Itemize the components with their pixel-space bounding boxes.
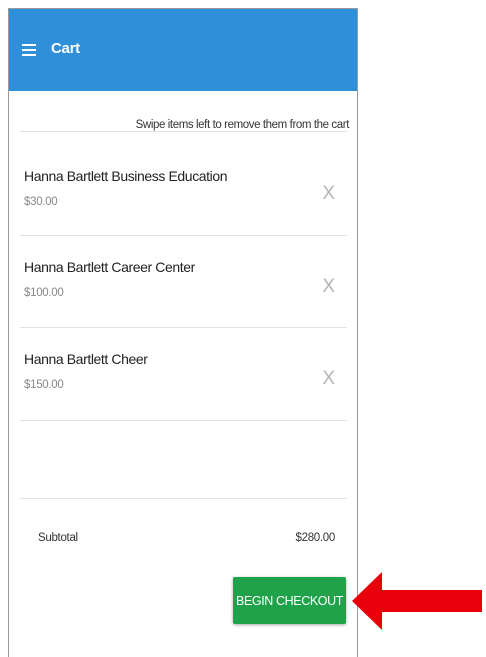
cart-item[interactable]: Hanna Bartlett Career Center $100.00 X [9,247,357,339]
divider [20,420,347,421]
divider [20,235,347,236]
cart-item[interactable]: Hanna Bartlett Business Education $30.00… [9,154,357,246]
subtotal-label: Subtotal [38,532,78,544]
app-header: Cart [9,9,357,91]
subtotal-value: $280.00 [295,532,336,544]
divider [20,131,347,132]
remove-icon[interactable]: X [322,369,335,388]
item-name: Hanna Bartlett Career Center [24,259,195,275]
hamburger-menu-icon[interactable] [22,44,36,56]
item-name: Hanna Bartlett Business Education [24,168,228,184]
red-arrow-icon [352,572,482,630]
remove-icon[interactable]: X [322,184,335,203]
divider [20,498,347,499]
item-price: $100.00 [24,287,64,299]
item-price: $150.00 [24,379,64,391]
remove-icon[interactable]: X [322,277,335,296]
divider [20,327,347,328]
item-price: $30.00 [24,196,58,208]
begin-checkout-button[interactable]: BEGIN CHECKOUT [233,577,346,624]
swipe-hint: Swipe items left to remove them from the… [135,119,350,131]
cart-screen: Cart Swipe items left to remove them fro… [8,8,358,657]
page-title: Cart [51,40,80,57]
item-name: Hanna Bartlett Cheer [24,351,148,367]
